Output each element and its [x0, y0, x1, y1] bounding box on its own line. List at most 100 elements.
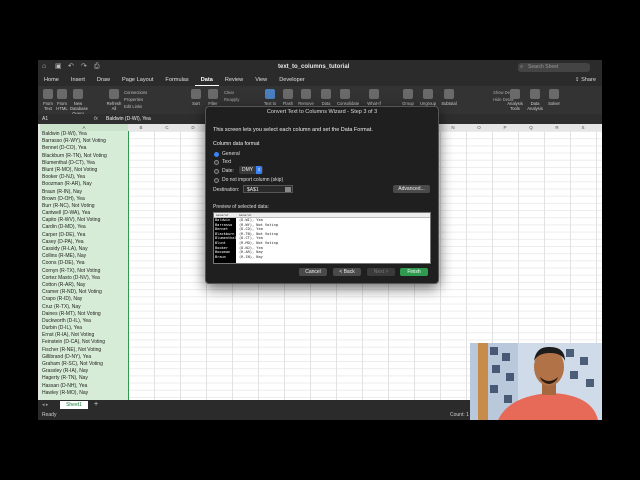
cell-a16[interactable]: Casey (D-PA), Yea	[40, 239, 128, 246]
cell-a29[interactable]: Ernst (R-IA), Not Voting	[40, 332, 128, 339]
column-header-n[interactable]: N	[440, 124, 466, 131]
cell-a6[interactable]: Blunt (R-MO), Not Voting	[40, 167, 128, 174]
cell-a11[interactable]: Burr (R-NC), Not Voting	[40, 203, 128, 210]
column-header-b[interactable]: B	[128, 124, 154, 131]
cell-a25[interactable]: Cruz (R-TX), Nay	[40, 304, 128, 311]
tab-page-layout[interactable]: Page Layout	[116, 75, 159, 86]
radio-skip[interactable]: Do not import column (skip)	[214, 177, 283, 183]
cell-a18[interactable]: Collins (R-ME), Nay	[40, 253, 128, 260]
cell-a3[interactable]: Bennet (D-CO), Yea	[40, 145, 128, 152]
cell-a1[interactable]: Baldwin (D-WI), Yea	[40, 131, 128, 138]
consolidate-button[interactable]: Consolidate	[337, 89, 359, 106]
cell-a32[interactable]: Gillibrand (D-NY), Yea	[40, 354, 128, 361]
redo-icon[interactable]: ↷	[81, 63, 88, 70]
sheet-tab[interactable]: Sheet1	[60, 401, 88, 409]
undo-icon[interactable]: ↶	[68, 63, 75, 70]
range-picker-icon[interactable]	[285, 187, 291, 192]
preview-column-2[interactable]: (D-WI), Yea (R-WY), Not Voting (D-CO), Yea…	[237, 213, 429, 263]
cell-a28[interactable]: Durbin (D-IL), Yea	[40, 325, 128, 332]
cell-a2[interactable]: Barrasso (R-WY), Not Voting	[40, 138, 128, 145]
share-button[interactable]: ⇪ Share	[575, 75, 596, 86]
cell-a10[interactable]: Brown (D-OH), Yea	[40, 196, 128, 203]
from-html-button[interactable]: From HTML	[54, 89, 70, 111]
refresh-all-button[interactable]: Refresh All	[106, 89, 122, 111]
cell-a26[interactable]: Daines (R-MT), Not Voting	[40, 311, 128, 318]
column-header-r[interactable]: R	[544, 124, 570, 131]
cell-a24[interactable]: Crapo (R-ID), Nay	[40, 296, 128, 303]
subtotal-button[interactable]: Subtotal	[441, 89, 457, 106]
tab-developer[interactable]: Developer	[273, 75, 311, 86]
radio-text[interactable]: Text	[214, 159, 231, 165]
cell-a21[interactable]: Cortez Masto (D-NV), Yea	[40, 275, 128, 282]
column-header-d[interactable]: D	[180, 124, 206, 131]
tab-draw[interactable]: Draw	[91, 75, 116, 86]
column-header-c[interactable]: C	[154, 124, 180, 131]
cell-a7[interactable]: Booker (D-NJ), Yea	[40, 174, 128, 181]
cell-a36[interactable]: Hassan (D-NH), Yea	[40, 383, 128, 390]
print-icon[interactable]: ⎙	[94, 63, 101, 70]
ungroup-button[interactable]: Ungroup	[420, 89, 436, 106]
tab-view[interactable]: View	[249, 75, 273, 86]
formula-input[interactable]: Baldwin (D-WI), Yea	[106, 115, 151, 123]
add-sheet-button[interactable]: +	[94, 400, 98, 410]
cell-a34[interactable]: Grassley (R-IA), Nay	[40, 368, 128, 375]
date-format-select[interactable]: DMY ⇕	[239, 166, 263, 174]
cell-a31[interactable]: Fischer (R-NE), Not Voting	[40, 347, 128, 354]
edit-links-option[interactable]: Edit Links	[124, 103, 147, 110]
column-header-q[interactable]: Q	[518, 124, 544, 131]
data-analysis-button[interactable]: Data Analysis	[527, 89, 543, 111]
cell-a22[interactable]: Cotton (R-AR), Nay	[40, 282, 128, 289]
cell-a19[interactable]: Coons (D-DE), Yea	[40, 260, 128, 267]
cell-a23[interactable]: Cramer (R-ND), Not Voting	[40, 289, 128, 296]
clear-option[interactable]: Clear	[224, 89, 239, 96]
filter-button[interactable]: Filter	[205, 89, 221, 106]
column-header-o[interactable]: O	[466, 124, 492, 131]
save-icon[interactable]: ▣	[55, 63, 62, 70]
tab-formulas[interactable]: Formulas	[159, 75, 194, 86]
preview-column-1[interactable]: Baldwin Barrasso Bennet Blackburn Blumenthal…	[214, 213, 237, 263]
column-header-p[interactable]: P	[492, 124, 518, 131]
cell-a14[interactable]: Cardin (D-MD), Yea	[40, 224, 128, 231]
new-database-query-button[interactable]: New Database Query	[70, 89, 88, 116]
column-header-s[interactable]: S	[570, 124, 596, 131]
tab-review[interactable]: Review	[219, 75, 249, 86]
cell-a13[interactable]: Capito (R-WV), Not Voting	[40, 217, 128, 224]
tab-home[interactable]: Home	[38, 75, 65, 86]
radio-general[interactable]: General	[214, 151, 240, 157]
back-button[interactable]: < Back	[333, 268, 361, 276]
name-box[interactable]: A1	[40, 115, 82, 123]
cell-a5[interactable]: Blumenthal (D-CT), Yea	[40, 160, 128, 167]
cell-a27[interactable]: Duckworth (D-IL), Yea	[40, 318, 128, 325]
cell-a15[interactable]: Carper (D-DE), Yea	[40, 232, 128, 239]
cell-a30[interactable]: Feinstein (D-CA), Not Voting	[40, 339, 128, 346]
connections-option[interactable]: Connections	[124, 89, 147, 96]
column-a-cells[interactable]: Baldwin (D-WI), Yea Barrasso (R-WY), Not …	[40, 131, 129, 400]
advanced-button[interactable]: Advanced...	[393, 185, 430, 193]
next-button[interactable]: Next >	[367, 268, 395, 276]
cancel-button[interactable]: Cancel	[299, 268, 327, 276]
home-icon[interactable]: ⌂	[42, 63, 49, 70]
data-preview[interactable]: Baldwin Barrasso Bennet Blackburn Blumenthal…	[213, 212, 431, 264]
cell-a17[interactable]: Cassidy (R-LA), Nay	[40, 246, 128, 253]
analysis-tools-button[interactable]: Analysis Tools	[507, 89, 523, 111]
solver-button[interactable]: Solver	[546, 89, 562, 106]
column-header-a[interactable]: A	[40, 124, 128, 131]
properties-option[interactable]: Properties	[124, 96, 147, 103]
cell-a35[interactable]: Hagerty (R-TN), Nay	[40, 375, 128, 382]
group-button[interactable]: Group	[400, 89, 416, 106]
cell-a9[interactable]: Braun (R-IN), Nay	[40, 189, 128, 196]
destination-input[interactable]: $A$1	[243, 185, 293, 193]
cell-a37[interactable]: Hawley (R-MO), Nay	[40, 390, 128, 397]
tab-data[interactable]: Data	[194, 75, 219, 86]
finish-button[interactable]: Finish	[400, 268, 428, 276]
tab-insert[interactable]: Insert	[65, 75, 91, 86]
radio-date[interactable]: Date:	[214, 168, 234, 174]
search-sheet-input[interactable]: ⌕ Search Sheet	[518, 63, 590, 72]
sheet-nav-icon[interactable]: ◂ ▸	[42, 400, 48, 410]
cell-a33[interactable]: Graham (R-SC), Not Voting	[40, 361, 128, 368]
reapply-option[interactable]: Reapply	[224, 96, 239, 103]
cell-a12[interactable]: Cantwell (D-WA), Yea	[40, 210, 128, 217]
cell-a4[interactable]: Blackburn (R-TN), Not Voting	[40, 153, 128, 160]
fx-icon[interactable]: fx	[94, 115, 98, 123]
cell-a20[interactable]: Cornyn (R-TX), Not Voting	[40, 268, 128, 275]
